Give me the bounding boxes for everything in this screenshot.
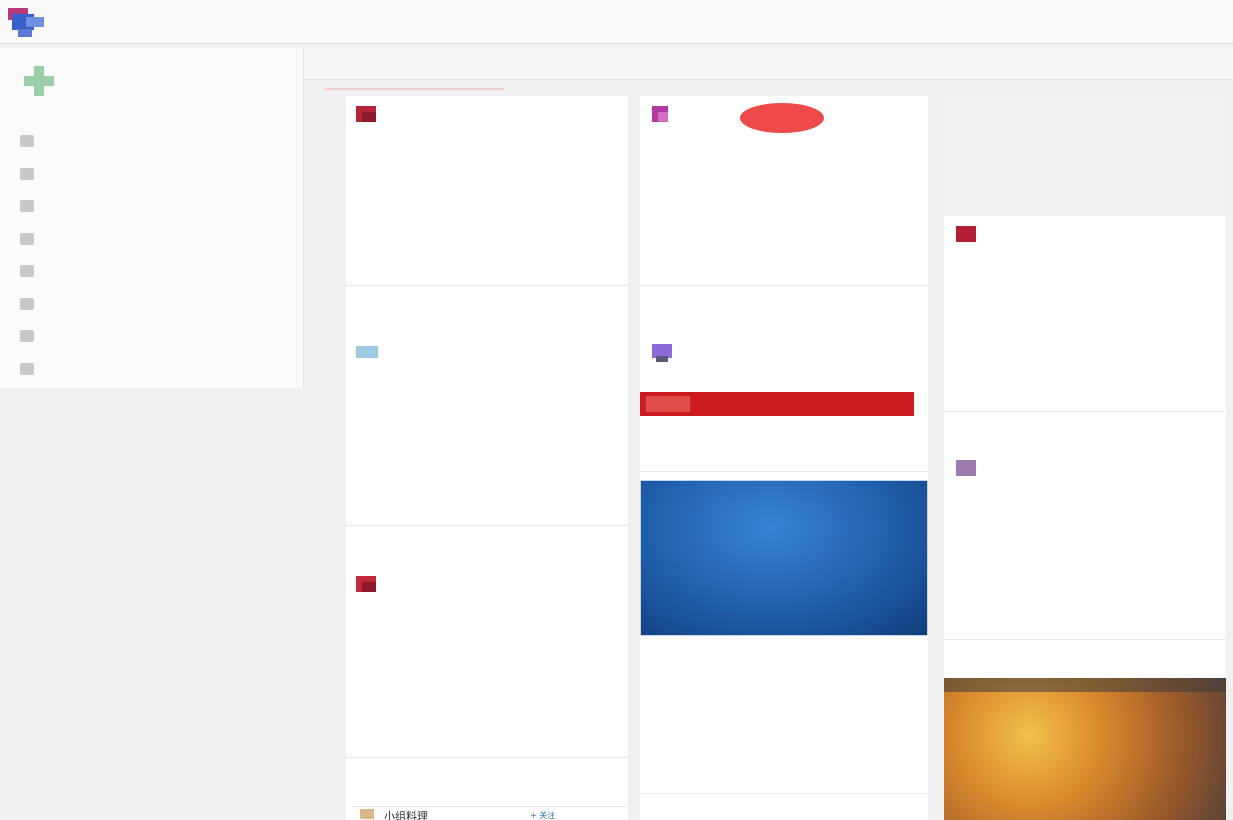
group-follow-link[interactable]: + 关注 [530, 810, 555, 820]
feed-card-placeholder [944, 96, 1226, 216]
profile-text [78, 78, 248, 89]
feed-card[interactable] [944, 450, 1226, 640]
menu-icon [20, 265, 34, 277]
app-logo-icon[interactable] [4, 5, 48, 39]
user-avatar[interactable] [352, 102, 384, 126]
sidebar-item-3[interactable] [12, 191, 302, 224]
feed-card-preview[interactable]: 小组料理 + 关注 [352, 806, 626, 820]
menu-icon [20, 167, 34, 180]
menu-icon [20, 232, 34, 245]
feed-hero-image[interactable] [640, 480, 928, 636]
profile-summary[interactable] [18, 64, 298, 104]
user-avatar[interactable] [646, 340, 678, 364]
left-sidebar [0, 48, 304, 388]
user-avatar[interactable] [352, 572, 384, 596]
sidebar-item-5[interactable] [12, 256, 302, 289]
subnav-divider [324, 88, 504, 90]
sidebar-item-8[interactable] [12, 354, 302, 387]
sidebar-item-7[interactable] [12, 321, 302, 354]
sidebar-menu [12, 126, 302, 386]
photo-caption-bar [944, 678, 1226, 692]
feed-card[interactable] [640, 96, 928, 286]
sidebar-item-1[interactable] [12, 126, 302, 159]
user-avatar[interactable] [950, 456, 982, 480]
red-sticker-icon [740, 103, 824, 133]
group-title: 小组料理 [384, 810, 428, 820]
feed-card[interactable] [640, 640, 928, 794]
user-avatar[interactable] [950, 222, 982, 246]
banner-badge [646, 396, 690, 412]
menu-icon [20, 200, 34, 212]
feed-card[interactable] [346, 566, 628, 758]
food-photo[interactable] [944, 678, 1226, 820]
sidebar-item-4[interactable] [12, 224, 302, 257]
promo-banner[interactable] [640, 392, 914, 416]
feed-card[interactable] [346, 334, 628, 526]
user-avatar[interactable] [352, 340, 384, 364]
menu-icon [20, 135, 34, 147]
sidebar-item-2[interactable] [12, 159, 302, 192]
sidebar-item-6[interactable] [12, 289, 302, 322]
feed-card[interactable] [640, 334, 928, 472]
menu-icon [20, 362, 34, 375]
group-icon [360, 809, 374, 819]
menu-icon [20, 297, 34, 310]
sub-navigation [304, 48, 1233, 90]
menu-icon [20, 330, 34, 342]
top-header [0, 0, 1233, 44]
add-plus-icon[interactable] [22, 64, 56, 98]
user-avatar[interactable] [646, 102, 678, 126]
feed-card[interactable] [346, 96, 628, 286]
feed-card[interactable] [944, 216, 1226, 412]
